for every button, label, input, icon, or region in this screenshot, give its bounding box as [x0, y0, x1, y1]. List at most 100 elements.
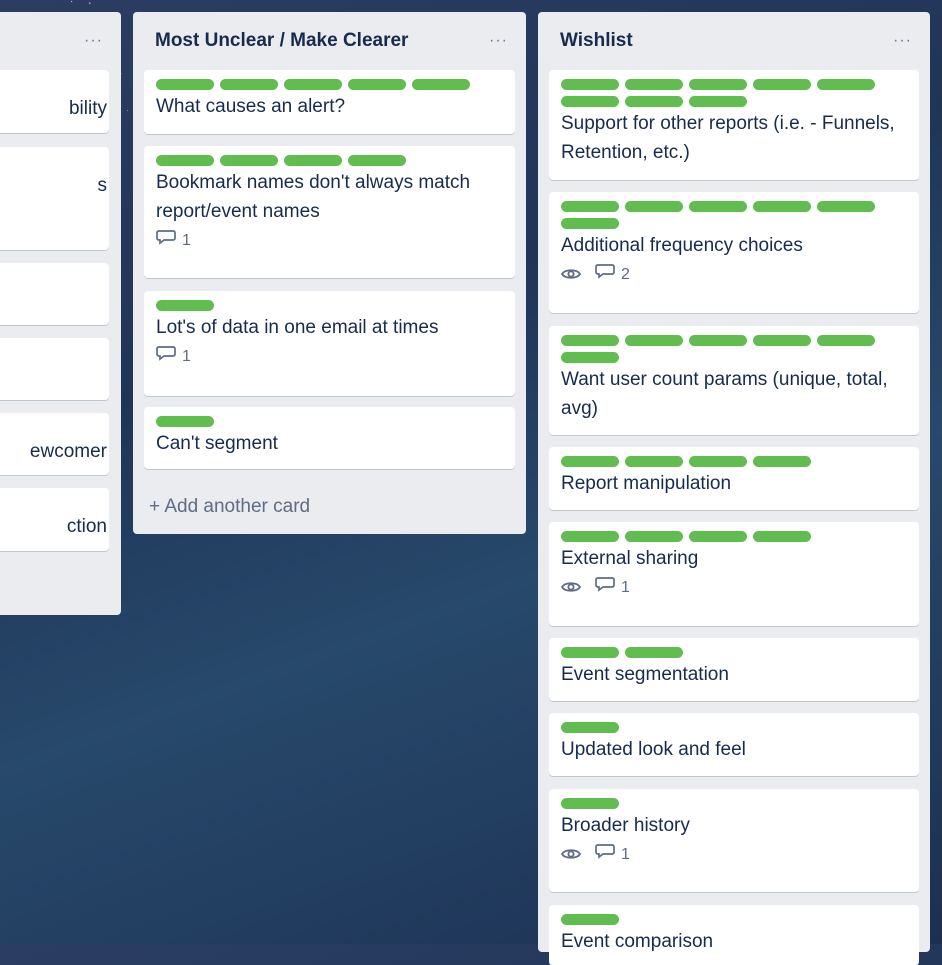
green-label[interactable] — [561, 722, 619, 733]
card-labels — [561, 201, 907, 229]
green-label[interactable] — [561, 201, 619, 212]
card[interactable]: Bookmark names don't always match report… — [144, 146, 515, 278]
green-label[interactable] — [689, 531, 747, 542]
green-label[interactable] — [156, 79, 214, 90]
eye-icon — [561, 267, 581, 281]
plus-icon: + — [149, 496, 165, 517]
card[interactable]: Report manipulation — [549, 447, 919, 510]
green-label[interactable] — [753, 456, 811, 467]
card[interactable]: External sharing 1 — [549, 522, 919, 626]
green-label[interactable] — [156, 155, 214, 166]
green-label[interactable] — [561, 647, 619, 658]
green-label[interactable] — [689, 96, 747, 107]
green-label[interactable] — [689, 201, 747, 212]
green-label[interactable] — [689, 335, 747, 346]
card-labels — [156, 79, 503, 90]
card-badges: 2 — [561, 260, 907, 288]
green-label[interactable] — [625, 647, 683, 658]
green-label[interactable] — [156, 416, 214, 427]
green-label[interactable] — [753, 79, 811, 90]
green-label[interactable] — [625, 456, 683, 467]
card[interactable]: Want user count params (unique, total, a… — [549, 326, 919, 435]
green-label[interactable] — [561, 914, 619, 925]
green-label[interactable] — [561, 335, 619, 346]
comment-icon — [595, 840, 615, 869]
green-label[interactable] — [561, 218, 619, 229]
green-label[interactable] — [561, 79, 619, 90]
comments-badge: 1 — [156, 342, 191, 371]
green-label[interactable] — [220, 79, 278, 90]
card[interactable]: Can't segment — [144, 407, 515, 469]
green-label[interactable] — [817, 79, 875, 90]
green-label[interactable] — [625, 335, 683, 346]
card[interactable]: ewcomer — [0, 413, 109, 475]
green-label[interactable] — [625, 79, 683, 90]
card-title: Updated look and feel — [561, 739, 746, 760]
green-label[interactable] — [625, 201, 683, 212]
green-label[interactable] — [561, 456, 619, 467]
card-title: ewcomer — [29, 441, 107, 462]
card[interactable] — [0, 263, 109, 325]
card[interactable]: Additional frequency choices 2 — [549, 192, 919, 313]
card-title: Lot's of data in one email at times — [156, 317, 439, 338]
green-label[interactable] — [689, 79, 747, 90]
green-label[interactable] — [561, 96, 619, 107]
comment-count: 1 — [621, 845, 630, 863]
card-badges: 1 — [156, 342, 503, 370]
green-label[interactable] — [348, 79, 406, 90]
card[interactable]: Broader history 1 — [549, 789, 919, 892]
green-label[interactable] — [625, 531, 683, 542]
green-label[interactable] — [561, 798, 619, 809]
green-label[interactable] — [753, 201, 811, 212]
card-labels — [156, 300, 503, 311]
comment-count: 1 — [182, 347, 191, 365]
comment-icon — [595, 573, 615, 602]
green-label[interactable] — [156, 300, 214, 311]
star — [127, 110, 129, 111]
star — [70, 0, 73, 3]
card[interactable]: bility — [0, 70, 109, 133]
card[interactable]: ction — [0, 488, 109, 551]
card[interactable]: Updated look and feel — [549, 713, 919, 776]
card-badges: 1 — [561, 573, 907, 601]
card-title: Event segmentation — [561, 664, 729, 685]
card-labels — [561, 335, 907, 363]
card[interactable]: Event segmentation — [549, 638, 919, 701]
green-label[interactable] — [817, 335, 875, 346]
green-label[interactable] — [284, 79, 342, 90]
add-card-button[interactable]: + Add another card — [149, 496, 310, 518]
star — [88, 2, 91, 5]
comment-count: 1 — [621, 578, 630, 596]
card[interactable] — [0, 338, 109, 400]
list-menu-button[interactable]: ··· — [489, 32, 508, 50]
eye-icon — [561, 847, 581, 861]
green-label[interactable] — [625, 96, 683, 107]
green-label[interactable] — [817, 201, 875, 212]
green-label[interactable] — [689, 456, 747, 467]
list-menu-button[interactable]: ··· — [893, 32, 912, 50]
green-label[interactable] — [348, 155, 406, 166]
card-badges: 1 — [561, 840, 907, 868]
green-label[interactable] — [753, 531, 811, 542]
list-menu-button[interactable]: ··· — [84, 32, 103, 50]
card[interactable]: Lot's of data in one email at times 1 — [144, 291, 515, 396]
comments-badge: 1 — [156, 226, 191, 255]
comments-badge: 2 — [595, 260, 630, 289]
green-label[interactable] — [561, 531, 619, 542]
card-title: Want user count params (unique, total, a… — [561, 369, 888, 419]
green-label[interactable] — [561, 352, 619, 363]
green-label[interactable] — [220, 155, 278, 166]
card-title: s — [97, 175, 108, 196]
card[interactable]: s — [0, 147, 109, 250]
comments-badge: 1 — [595, 573, 630, 602]
card[interactable]: What causes an alert? — [144, 70, 515, 134]
green-label[interactable] — [284, 155, 342, 166]
green-label[interactable] — [753, 335, 811, 346]
green-label[interactable] — [412, 79, 470, 90]
card-title: Event comparison — [561, 931, 714, 952]
card-labels — [156, 155, 503, 166]
card[interactable]: Support for other reports (i.e. - Funnel… — [549, 70, 919, 180]
card-labels — [561, 79, 907, 107]
comment-icon — [595, 260, 615, 289]
card[interactable]: Event comparison — [549, 905, 919, 965]
